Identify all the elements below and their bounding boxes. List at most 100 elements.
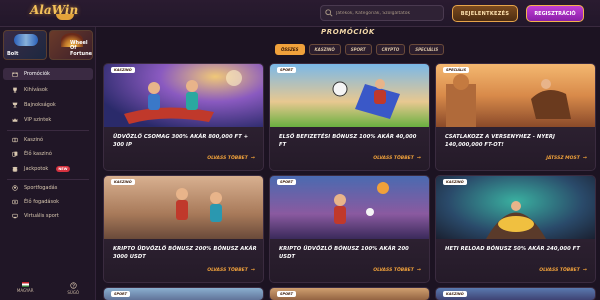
sidebar-item-label: Bajnokságok [24, 102, 56, 108]
tab-special[interactable]: SPECIÁLIS [409, 44, 445, 55]
help-label: SÚGÓ [67, 290, 80, 295]
search-icon [325, 9, 333, 17]
read-more-label: OLVASS TÖBBET [207, 267, 248, 273]
game-card-label: Wheel Of Fortune [70, 39, 93, 57]
read-more-link[interactable]: OLVASS TÖBBET → [373, 155, 421, 161]
promo-card[interactable]: KASZINÓ KRIPTO ÜDVÖZLŐ BÓNUSZ 200% BÓNUS… [103, 175, 264, 283]
sidebar-item-live-betting[interactable]: Élő fogadások [3, 196, 93, 208]
category-badge: KASZINÓ [111, 67, 135, 73]
tab-crypto[interactable]: CRYPTO [375, 44, 406, 55]
sidebar-item-label: VIP szintek [24, 117, 52, 123]
search-input[interactable] [336, 10, 443, 16]
help-icon [70, 282, 77, 289]
promo-image: SPORT [104, 288, 263, 300]
sidebar-item-label: Sportfogadás [24, 185, 58, 191]
sidebar-item-sports-betting[interactable]: Sportfogadás [3, 182, 93, 194]
read-more-link[interactable]: OLVASS TÖBBET → [207, 155, 255, 161]
tab-casino[interactable]: KASZINÓ [308, 44, 341, 55]
sidebar: Bolt Wheel Of Fortune Promóciók Kihíváso… [0, 27, 96, 300]
help-button[interactable]: SÚGÓ [67, 282, 79, 295]
sidebar-item-casino[interactable]: Kaszinó [3, 134, 93, 146]
category-badge: KASZINÓ [111, 179, 135, 185]
read-more-label: OLVASS TÖBBET [207, 155, 248, 161]
play-now-link[interactable]: JÁTSSZ MOST → [546, 155, 587, 161]
sidebar-item-label: Jackpotok [24, 166, 49, 172]
hungary-flag-icon [21, 282, 29, 287]
promo-card[interactable]: SPECIÁLIS CSATLAKOZZ A VERSENYHEZ - NYER… [435, 63, 596, 171]
category-badge: KASZINÓ [443, 179, 467, 185]
promo-card[interactable]: SPORT KRIPTO ÜDVÖZLŐ BÓNUSZ 100% AKÁR 20… [269, 175, 430, 283]
promo-card-body: KRIPTO ÜDVÖZLŐ BÓNUSZ 100% AKÁR 200 USDT… [270, 239, 429, 282]
promo-card[interactable]: SPORT ELSŐ BEFIZETÉSI BÓNUSZ 100% AKÁR 4… [269, 63, 430, 171]
sidebar-item-vip[interactable]: VIP szintek [3, 114, 93, 126]
arrow-right-icon: → [582, 155, 587, 161]
promo-card-body: KRIPTO ÜDVÖZLŐ BÓNUSZ 200% BÓNUSZ AKÁR 3… [104, 239, 263, 282]
game-card-wheel-of-fortune[interactable]: Wheel Of Fortune [49, 30, 93, 60]
sidebar-divider [7, 179, 89, 180]
promo-title: ÜDVÖZLŐ CSOMAG 300% AKÁR 800,000 FT + 30… [113, 134, 249, 148]
language-selector[interactable]: MAGYAR [17, 282, 34, 293]
lamp-logo-icon [56, 14, 74, 20]
promo-card-body: CSATLAKOZZ A VERSENYHEZ - NYERJ 140,000,… [436, 127, 595, 170]
promo-card[interactable]: KASZINÓ [435, 287, 596, 300]
sidebar-item-challenges[interactable]: Kihívások [3, 84, 93, 96]
promo-image: SPORT [270, 176, 429, 239]
arrow-right-icon: → [416, 267, 421, 273]
tab-sport[interactable]: SPORT [344, 44, 372, 55]
read-more-label: OLVASS TÖBBET [373, 267, 414, 273]
sidebar-item-live-casino[interactable]: Élő kaszinó [3, 148, 93, 160]
category-badge: SPORT [277, 291, 296, 297]
promo-card[interactable]: SPORT [103, 287, 264, 300]
promo-title: CSATLAKOZZ A VERSENYHEZ - NYERJ 140,000,… [445, 134, 555, 148]
live-icon [12, 199, 18, 205]
sidebar-item-label: Virtuális sport [24, 213, 59, 219]
promo-image: KASZINÓ [436, 176, 595, 239]
promo-card[interactable]: KASZINÓ HETI RELOAD BÓNUSZ 50% AKÁR 240,… [435, 175, 596, 283]
promo-title: HETI RELOAD BÓNUSZ 50% AKÁR 240,000 FT [445, 246, 580, 252]
login-button[interactable]: BEJELENTKEZÉS [452, 5, 518, 22]
promo-image: SPORT [270, 288, 429, 300]
search-bar[interactable] [320, 5, 444, 21]
arrow-right-icon: → [250, 267, 255, 273]
sidebar-item-jackpots[interactable]: Jackpotok NEW [3, 163, 93, 175]
arrow-right-icon: → [582, 267, 587, 273]
crown-icon [12, 118, 18, 122]
page-title: PROMÓCIÓK [321, 28, 375, 36]
tab-all[interactable]: ÖSSZES [275, 44, 305, 55]
dealer-icon [12, 151, 18, 157]
sidebar-item-label: Kaszinó [24, 137, 44, 143]
sidebar-item-promotions[interactable]: Promóciók [3, 68, 93, 80]
promo-card[interactable]: SPORT [269, 287, 430, 300]
promo-title: KRIPTO ÜDVÖZLŐ BÓNUSZ 100% AKÁR 200 USDT [279, 246, 409, 260]
sidebar-item-virtual-sports[interactable]: Virtuális sport [3, 210, 93, 222]
promo-image: KASZINÓ [104, 176, 263, 239]
read-more-link[interactable]: OLVASS TÖBBET → [539, 267, 587, 273]
sidebar-item-label: Promóciók [24, 71, 50, 77]
slot-icon [12, 137, 18, 143]
category-badge: SPORT [277, 179, 296, 185]
promo-card-body: ELSŐ BEFIZETÉSI BÓNUSZ 100% AKÁR 40,000 … [270, 127, 429, 170]
promo-card[interactable]: KASZINÓ ÜDVÖZLŐ CSOMAG 300% AKÁR 800,000… [103, 63, 264, 171]
category-badge: SPORT [111, 291, 130, 297]
promo-title: KRIPTO ÜDVÖZLŐ BÓNUSZ 200% BÓNUSZ AKÁR 3… [113, 246, 257, 260]
game-card-bolt[interactable]: Bolt [3, 30, 47, 60]
top-header: AlaWin BEJELENTKEZÉS REGISZTRÁCIÓ [0, 0, 600, 27]
play-now-label: JÁTSSZ MOST [546, 155, 580, 161]
game-card-label: Bolt [7, 50, 19, 57]
cup-icon [12, 102, 18, 108]
promo-image: KASZINÓ [104, 64, 263, 127]
sidebar-item-label: Kihívások [24, 87, 48, 93]
sidebar-divider [7, 130, 89, 131]
category-badge: SPORT [277, 67, 296, 73]
arrow-right-icon: → [416, 155, 421, 161]
read-more-label: OLVASS TÖBBET [373, 155, 414, 161]
trophy-icon [13, 87, 17, 93]
read-more-link[interactable]: OLVASS TÖBBET → [373, 267, 421, 273]
gift-icon [12, 72, 18, 77]
promo-image: SPORT [270, 64, 429, 127]
ball-icon [12, 185, 18, 191]
category-badge: KASZINÓ [443, 291, 467, 297]
sidebar-item-tournaments[interactable]: Bajnokságok [3, 99, 93, 111]
read-more-link[interactable]: OLVASS TÖBBET → [207, 267, 255, 273]
register-button[interactable]: REGISZTRÁCIÓ [526, 5, 584, 22]
